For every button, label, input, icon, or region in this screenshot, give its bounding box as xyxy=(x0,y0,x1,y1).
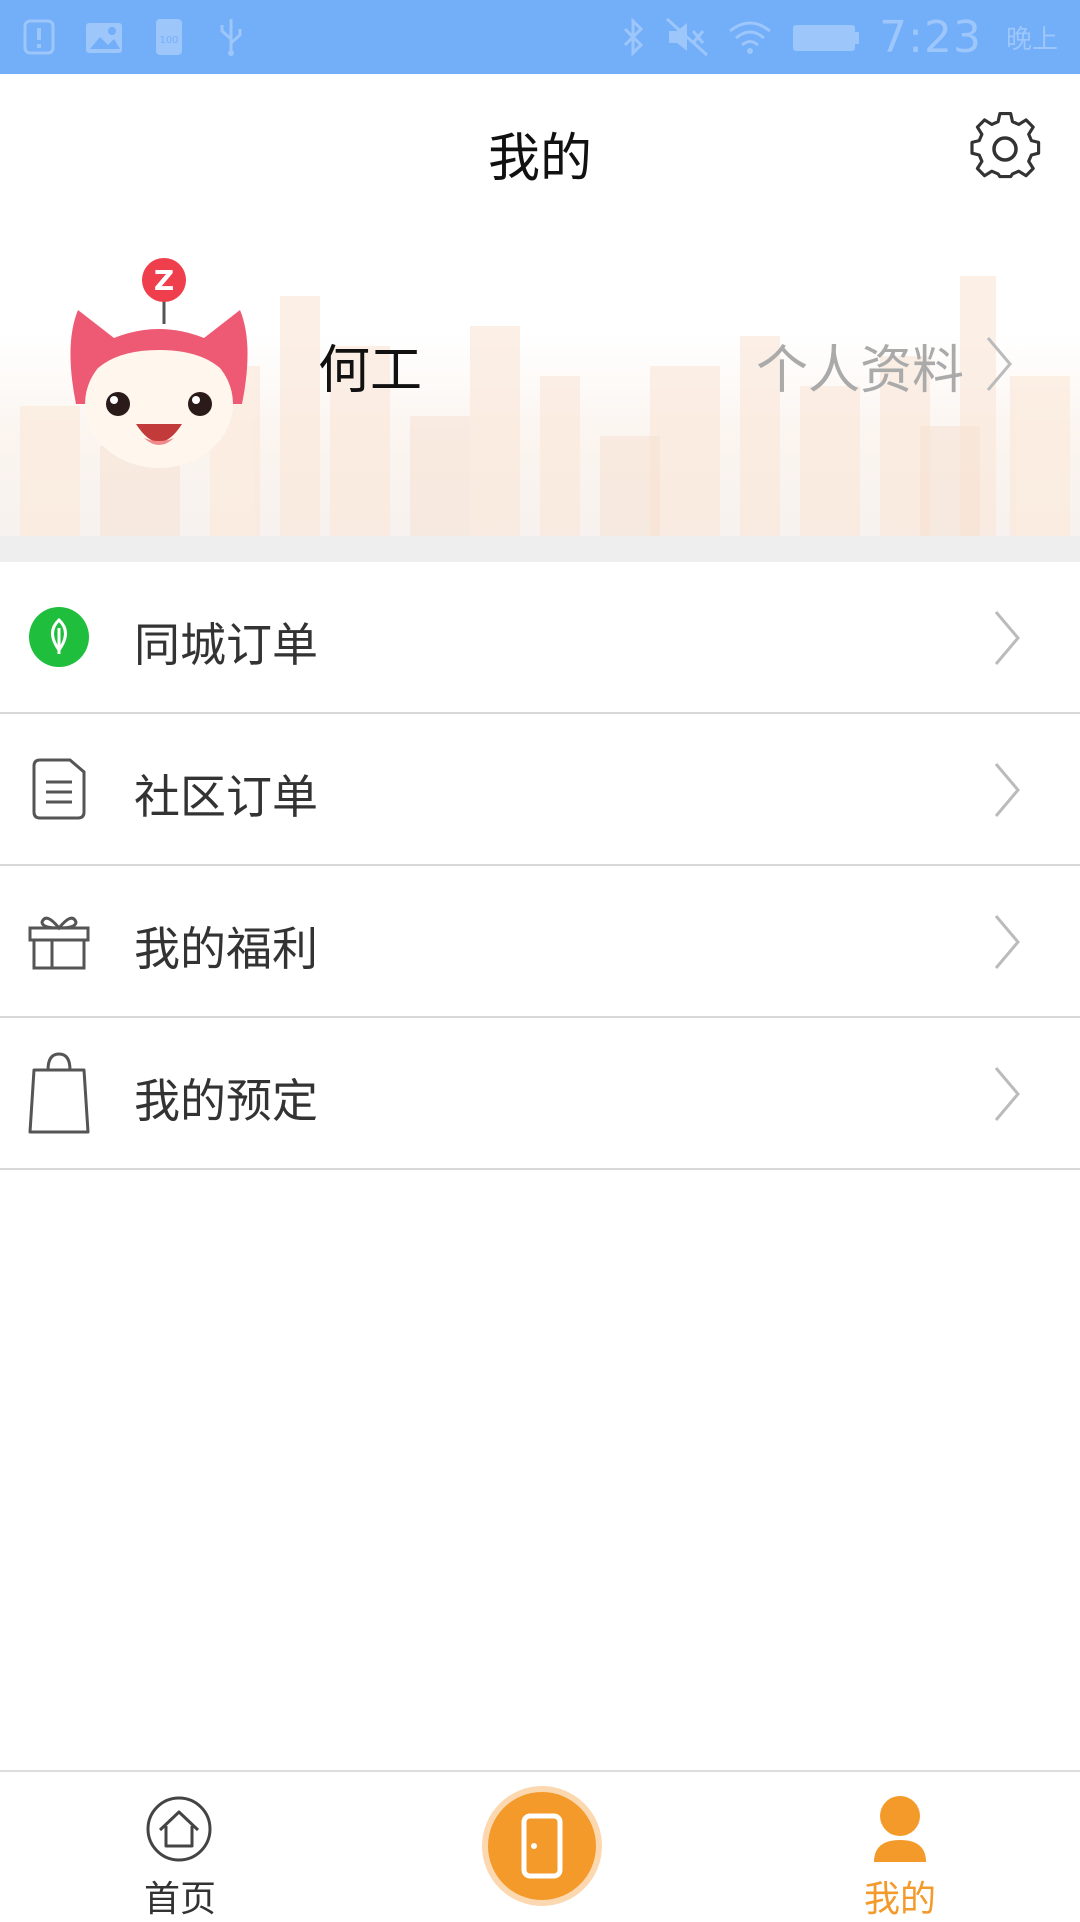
section-divider xyxy=(0,536,1080,562)
chevron-right-icon xyxy=(986,337,1012,391)
mute-icon xyxy=(666,17,709,57)
bluetooth-icon xyxy=(624,17,644,57)
page-header: 我的 xyxy=(0,74,1080,224)
menu-item-label: 同城订单 xyxy=(134,618,318,672)
sim-alert-icon xyxy=(23,19,55,55)
menu-item-label: 社区订单 xyxy=(134,770,318,824)
menu-item-city-orders[interactable]: 同城订单 xyxy=(0,562,1080,714)
battery-100-icon: 100 xyxy=(156,19,182,55)
wifi-icon xyxy=(729,21,772,54)
avatar[interactable]: Z xyxy=(64,254,254,474)
menu-item-my-reservations[interactable]: 我的预定 xyxy=(0,1018,1080,1170)
settings-gear-icon[interactable] xyxy=(968,112,1042,186)
document-icon xyxy=(32,758,86,820)
chevron-right-icon xyxy=(994,763,1020,817)
nav-home-label: 首页 xyxy=(143,1879,216,1920)
status-time: 7:23 xyxy=(879,11,982,63)
status-bar-system: 7:23 晚上 xyxy=(621,0,1058,74)
page-title: 我的 xyxy=(487,129,592,189)
battery-icon xyxy=(793,25,860,51)
image-icon xyxy=(86,23,122,53)
bottom-navigation: 首页 我的 xyxy=(0,1770,1080,1922)
menu-item-community-orders[interactable]: 社区订单 xyxy=(0,714,1080,866)
nav-tab-home[interactable]: 首页 xyxy=(130,1782,230,1920)
profile-details-label: 个人资料 xyxy=(755,341,964,401)
usb-icon xyxy=(220,19,242,56)
svg-text:Z: Z xyxy=(154,264,174,297)
menu-item-label: 我的预定 xyxy=(134,1074,318,1128)
menu-list: 同城订单 社区订单 我的福利 我的预定 xyxy=(0,562,1080,1170)
profile-username: 何工 xyxy=(318,341,423,401)
menu-item-label: 我的福利 xyxy=(134,922,318,976)
chevron-right-icon xyxy=(994,915,1020,969)
status-ampm: 晚上 xyxy=(1005,24,1058,55)
chevron-right-icon xyxy=(994,1067,1020,1121)
door-icon[interactable] xyxy=(480,1784,604,1908)
profile-banner[interactable]: Z 何工 个人资料 xyxy=(0,224,1080,536)
leaf-icon xyxy=(29,607,89,667)
profile-details-link[interactable]: 个人资料 xyxy=(756,328,1010,403)
nav-mine-label: 我的 xyxy=(863,1879,936,1920)
nav-tab-mine[interactable]: 我的 xyxy=(850,1782,950,1920)
status-bar-notifications: 100 xyxy=(22,0,248,74)
shopping-bag-icon xyxy=(28,1052,90,1134)
user-icon xyxy=(874,1796,926,1862)
chevron-right-icon xyxy=(994,611,1020,665)
svg-text:100: 100 xyxy=(159,35,178,46)
gift-icon xyxy=(28,916,90,970)
home-icon xyxy=(146,1796,212,1862)
status-bar: 100 7:23 晚上 xyxy=(0,0,1080,74)
menu-item-my-benefits[interactable]: 我的福利 xyxy=(0,866,1080,1018)
